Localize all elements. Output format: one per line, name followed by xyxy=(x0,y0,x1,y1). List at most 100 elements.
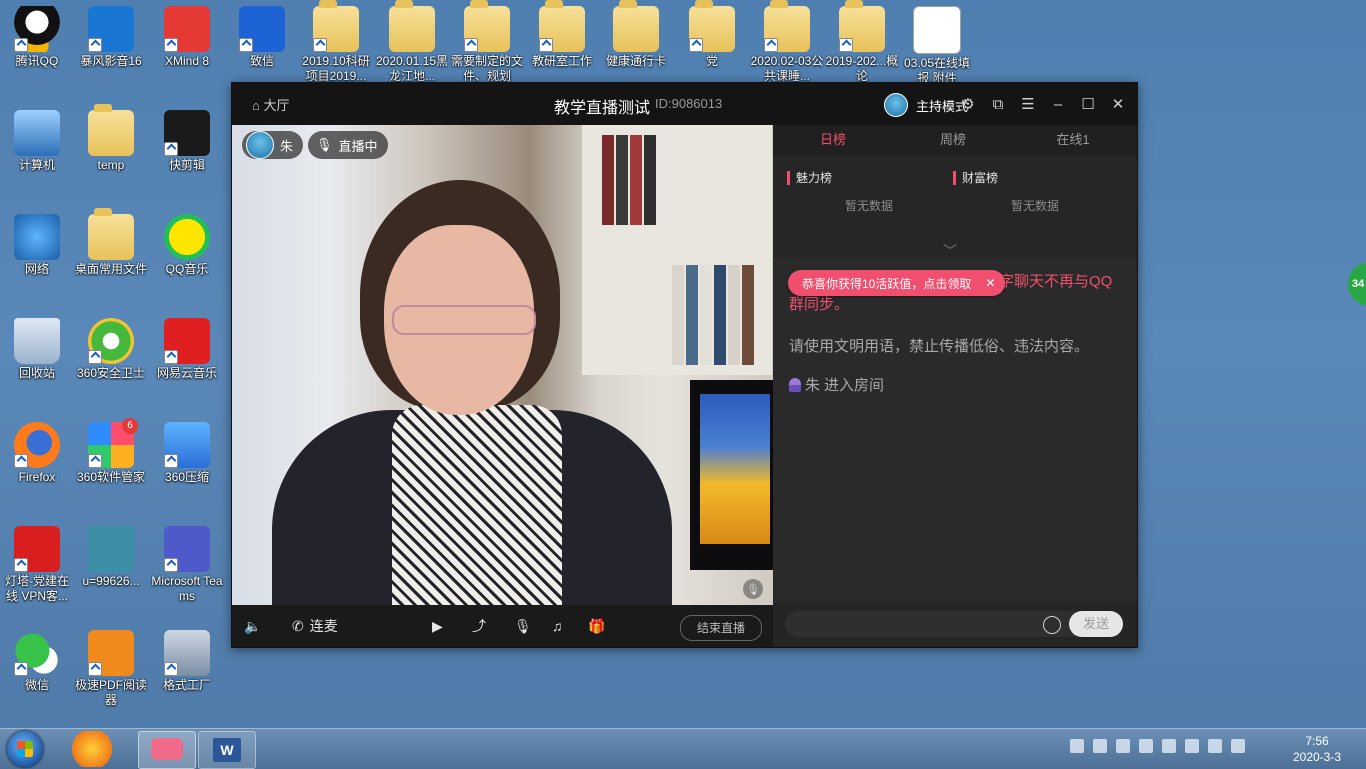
desktop-icon-360safe[interactable]: 360安全卫士 xyxy=(74,318,148,381)
chat-bubble-icon xyxy=(151,738,183,760)
room-id: ID:9086013 xyxy=(655,96,723,111)
desktop-icon-qqmusic[interactable]: QQ音乐 xyxy=(150,214,224,277)
desktop-icon-360softmgr[interactable]: 6 360软件管家 xyxy=(74,418,148,485)
kuaijianji-icon xyxy=(164,110,210,156)
avatar xyxy=(884,93,908,117)
host-badge[interactable]: 朱 xyxy=(242,131,304,159)
start-button[interactable] xyxy=(7,731,43,767)
enter-message: 朱 进入房间 xyxy=(789,374,884,395)
maximize-icon[interactable]: ☐ xyxy=(1079,95,1097,113)
tray-arrow-icon[interactable] xyxy=(1116,739,1130,753)
desktop-icon-folder-2020-02[interactable]: 2020.02-03公共课睡... xyxy=(750,0,824,84)
wealth-empty: 暂无数据 xyxy=(1011,199,1060,213)
folder-icon xyxy=(313,0,359,52)
clock-date: 2020-3-3 xyxy=(1292,750,1342,764)
user-icon xyxy=(789,377,801,392)
desktop-icon-common-files[interactable]: 桌面常用文件 xyxy=(74,208,148,277)
bird-icon xyxy=(239,6,285,52)
desktop-icon-image-u99626[interactable]: u=99626... xyxy=(74,526,148,589)
desktop-icon-teams[interactable]: Microsoft Teams xyxy=(150,526,224,604)
tab-weekly[interactable]: 周榜 xyxy=(893,125,1013,155)
emoji-icon[interactable] xyxy=(1043,616,1061,634)
desktop-icon-folder-2019-202[interactable]: 2019-202...概论 xyxy=(825,0,899,84)
desktop-icon-computer[interactable]: 计算机 xyxy=(0,110,74,173)
desktop-icon-folder-party[interactable]: 党 xyxy=(675,0,749,69)
flag-icon[interactable] xyxy=(1139,739,1153,753)
volume-button[interactable]: 🔈 xyxy=(244,615,261,637)
close-icon[interactable]: ✕ xyxy=(1109,95,1127,113)
popout-icon[interactable]: ⧉ xyxy=(989,95,1007,113)
phone-icon: ✆ xyxy=(292,617,304,634)
end-live-button[interactable]: 结束直播 xyxy=(680,615,762,641)
gift-icon: 🎁 xyxy=(588,617,606,634)
desktop-icon-pdf-reader[interactable]: 极速PDF阅读器 xyxy=(74,630,148,708)
desktop-icon-folder-health[interactable]: 健康通行卡 xyxy=(599,0,673,69)
desktop-icon-format-factory[interactable]: 格式工厂 xyxy=(150,630,224,693)
mute-button[interactable]: 🎙 xyxy=(514,615,532,637)
signal-icon[interactable] xyxy=(1208,739,1222,753)
taskbar-app-360[interactable] xyxy=(64,731,120,767)
taskbar-app-live[interactable] xyxy=(138,731,196,769)
image-file-icon xyxy=(88,526,134,572)
live-label: 直播中 xyxy=(338,138,378,154)
desktop-icon-firefox[interactable]: Firefox xyxy=(0,422,74,485)
taskbar-app-word[interactable]: W xyxy=(198,731,256,769)
tab-daily[interactable]: 日榜 xyxy=(773,125,893,157)
music-button[interactable]: ♫ xyxy=(552,615,563,637)
clock[interactable]: 7:56 2020-3-3 xyxy=(1282,733,1352,765)
xmind-icon xyxy=(164,6,210,52)
keyboard-icon[interactable] xyxy=(1070,739,1084,753)
desktop-icon-folder-2020-01[interactable]: 2020.01.15黑龙江地... xyxy=(375,0,449,84)
desktop-icon-word-0305[interactable]: 03.05在线填报 附件 xyxy=(900,6,974,86)
wechat-icon xyxy=(14,630,60,676)
desktop-icon-dengta[interactable]: 灯塔-党建在线 VPN客... xyxy=(0,526,74,604)
network-icon xyxy=(14,214,60,260)
desktop-icon-qq[interactable]: 腾讯QQ xyxy=(0,6,74,69)
host-mode[interactable]: 主持模式 xyxy=(884,93,968,117)
gift-button[interactable]: 🎁 xyxy=(588,615,605,637)
desktop-icon-recycle-bin[interactable]: 回收站 xyxy=(0,318,74,381)
settings-icon[interactable]: ⚙ xyxy=(959,95,977,113)
desktop-icon-folder-plans[interactable]: 需要制定的文件、规划 xyxy=(450,0,524,84)
desktop-icon-folder-teaching[interactable]: 教研室工作 xyxy=(525,0,599,69)
send-button[interactable]: 发送 xyxy=(1069,611,1123,637)
folder-icon xyxy=(613,0,659,52)
desktop-icon-temp[interactable]: temp xyxy=(74,104,148,173)
floating-ball[interactable]: 34 xyxy=(1348,262,1366,306)
camera-button[interactable]: ▶ xyxy=(432,615,443,637)
desktop-icon-360zip[interactable]: 360压缩 xyxy=(150,422,224,485)
folder-icon xyxy=(839,0,885,52)
minimize-icon[interactable]: – xyxy=(1049,95,1067,113)
close-icon[interactable]: ✕ xyxy=(985,276,995,290)
chat-input[interactable] xyxy=(785,611,1087,637)
reward-toast[interactable]: 恭喜你获得10活跃值，点击领取 ✕ xyxy=(788,270,1006,296)
baofeng-icon xyxy=(88,6,134,52)
desktop-icon-baofeng[interactable]: 暴风影音16 xyxy=(74,6,148,69)
help-icon[interactable] xyxy=(1093,739,1107,753)
battery-icon[interactable] xyxy=(1185,739,1199,753)
menu-icon[interactable]: ☰ xyxy=(1019,95,1037,113)
lighthouse-icon xyxy=(14,526,60,572)
volume-icon[interactable] xyxy=(1231,739,1245,753)
tab-online[interactable]: 在线1 xyxy=(1013,125,1133,155)
share-screen-button[interactable]: ⤴ xyxy=(472,615,486,637)
folder-icon xyxy=(539,0,585,52)
video-stream[interactable]: 朱 🎙 直播中 🎙 xyxy=(232,125,773,605)
speaker-icon: 🔈 xyxy=(244,617,262,634)
desktop-icon-kuaijianji[interactable]: 快剪辑 xyxy=(150,110,224,173)
music-icon: ♫ xyxy=(552,618,563,634)
window-title: 教学直播测试 xyxy=(554,100,651,117)
clock-time: 7:56 xyxy=(1305,734,1329,748)
hall-label: 大厅 xyxy=(263,98,290,113)
desktop-icon-xmind[interactable]: XMind 8 xyxy=(150,6,224,69)
desktop-icon-neteasemusic[interactable]: 网易云音乐 xyxy=(150,318,224,381)
qq-tray-icon[interactable] xyxy=(1162,739,1176,753)
desktop-icon-folder-2019-10[interactable]: 2019.10科研项目2019... xyxy=(299,0,373,84)
desktop-icon-wechat[interactable]: 微信 xyxy=(0,630,74,693)
desktop-icon-zhixin[interactable]: 致信 xyxy=(225,6,299,69)
hall-button[interactable]: ⌂ 大厅 xyxy=(252,95,290,114)
folder-icon xyxy=(764,0,810,52)
connect-mic-button[interactable]: ✆ 连麦 xyxy=(292,615,338,637)
firefox-icon xyxy=(14,422,60,468)
desktop-icon-network[interactable]: 网络 xyxy=(0,214,74,277)
